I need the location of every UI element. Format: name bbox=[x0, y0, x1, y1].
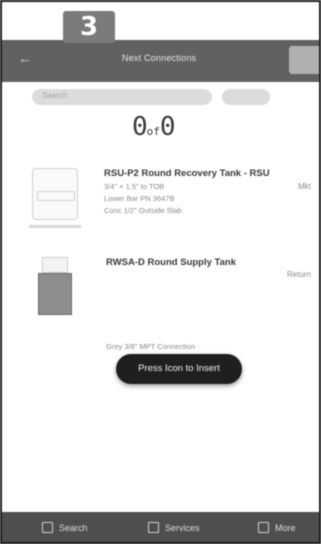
screen-title: Next Connections bbox=[122, 53, 197, 63]
item-aside: Mkt bbox=[298, 182, 311, 191]
content-area: Search 0of0 RSU-P2 Round Recovery Tank -… bbox=[2, 82, 319, 512]
tank-thumbnail bbox=[32, 257, 76, 315]
services-icon bbox=[148, 522, 159, 533]
tab-services[interactable]: Services bbox=[148, 522, 200, 533]
item-detail-1: 3/4" × 1.5" to TOB bbox=[104, 182, 165, 191]
search-input[interactable]: Search bbox=[32, 89, 212, 105]
item-detail-3: Conc 1/2" Outside Slab bbox=[104, 206, 182, 215]
count-separator: of bbox=[146, 125, 160, 138]
item-detail: Grey 3/8" MPT Connection bbox=[106, 342, 196, 351]
tank-outline-shape bbox=[37, 191, 75, 201]
back-arrow-icon[interactable]: ← bbox=[18, 50, 32, 66]
bottom-tab-bar: Search Services More bbox=[2, 512, 319, 542]
toast-message: Press Icon to Insert bbox=[116, 354, 242, 384]
item-detail-2: Lower Bar PN 3647B bbox=[104, 194, 175, 203]
top-right-button[interactable] bbox=[289, 46, 319, 74]
list-item[interactable]: RWSA-D Round Supply Tank Return Grey 3/8… bbox=[2, 255, 319, 351]
search-row: Search bbox=[32, 89, 272, 105]
item-aside: Return bbox=[286, 270, 311, 279]
search-icon bbox=[42, 522, 53, 533]
count-display: 0of0 bbox=[132, 112, 176, 146]
app-frame: 3 ← Next Connections Search 0of0 RSU-P2 … bbox=[0, 0, 321, 544]
tank-thumbnail bbox=[29, 168, 81, 228]
search-placeholder: Search bbox=[42, 91, 68, 100]
more-icon bbox=[258, 522, 269, 533]
item-title: RWSA-D Round Supply Tank bbox=[106, 257, 237, 268]
tab-label: Services bbox=[165, 522, 200, 533]
list-item[interactable]: RSU-P2 Round Recovery Tank - RSU 3/4" × … bbox=[2, 164, 319, 234]
count-value: 0 bbox=[132, 112, 148, 142]
top-bar: ← Next Connections bbox=[2, 40, 319, 82]
step-badge: 3 bbox=[63, 11, 115, 43]
tab-search[interactable]: Search bbox=[42, 522, 88, 533]
tank-body-shape bbox=[38, 273, 72, 315]
tank-lid-shape bbox=[42, 257, 68, 273]
count-total: 0 bbox=[159, 112, 176, 142]
search-action-button[interactable] bbox=[222, 89, 270, 105]
item-title: RSU-P2 Round Recovery Tank - RSU bbox=[104, 168, 270, 179]
tank-base-shape bbox=[29, 225, 81, 228]
tab-label: Search bbox=[59, 522, 88, 533]
tab-more[interactable]: More bbox=[258, 522, 296, 533]
tab-label: More bbox=[275, 522, 296, 533]
